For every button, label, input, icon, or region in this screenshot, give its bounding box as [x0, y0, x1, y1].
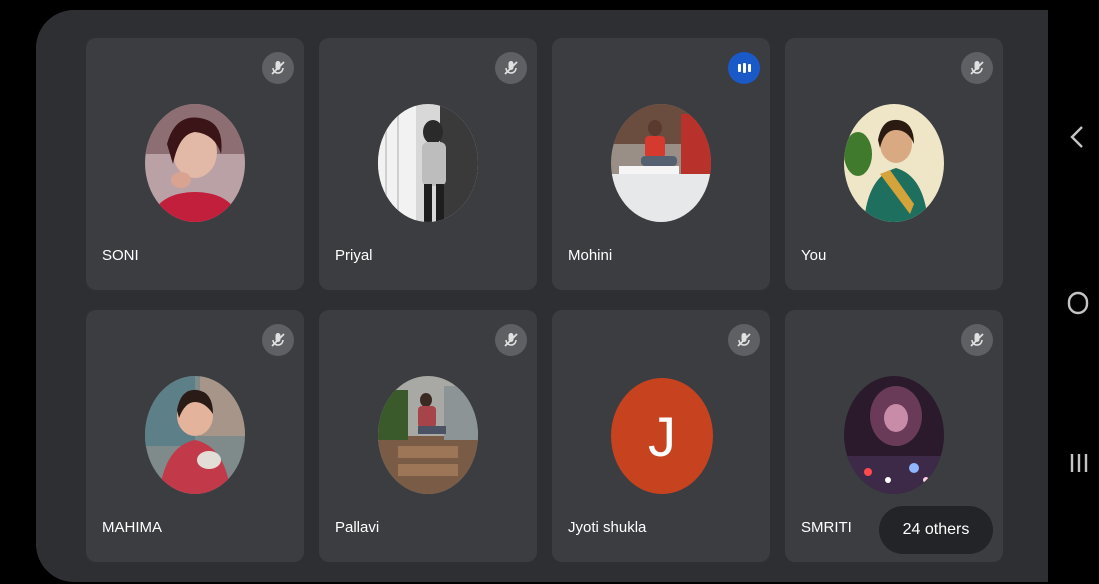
- participant-tile[interactable]: Priyal: [319, 38, 537, 290]
- participant-tile[interactable]: J Jyoti shukla: [552, 310, 770, 562]
- mic-off-icon: [262, 324, 294, 356]
- participant-name: Jyoti shukla: [568, 519, 647, 536]
- meeting-grid: SONI Priyal Mohini You MAHIMA Pallavi J …: [36, 10, 1048, 582]
- home-circle-icon[interactable]: [1066, 290, 1090, 323]
- participant-name: Pallavi: [335, 519, 380, 536]
- mic-off-icon: [961, 52, 993, 84]
- mic-off-icon: [262, 52, 294, 84]
- participant-name: SMRITI: [801, 519, 852, 536]
- avatar: [844, 376, 944, 494]
- avatar: [145, 376, 245, 494]
- avatar: [145, 104, 245, 222]
- others-count-button[interactable]: 24 others: [879, 506, 993, 554]
- participant-tile[interactable]: Mohini: [552, 38, 770, 290]
- speaking-indicator-icon: [728, 52, 760, 84]
- back-chevron-icon[interactable]: [1068, 124, 1086, 157]
- avatar: [844, 104, 944, 222]
- mic-off-icon: [495, 324, 527, 356]
- participant-name: Priyal: [335, 247, 373, 264]
- mic-off-icon: [728, 324, 760, 356]
- avatar: [378, 376, 478, 494]
- avatar: [611, 104, 711, 222]
- participant-tile[interactable]: MAHIMA: [86, 310, 304, 562]
- participant-name: You: [801, 247, 827, 264]
- participant-tile[interactable]: You: [785, 38, 1003, 290]
- avatar-initial: J: [611, 378, 713, 494]
- mic-off-icon: [961, 324, 993, 356]
- participant-name: MAHIMA: [102, 519, 162, 536]
- participant-name: Mohini: [568, 247, 613, 264]
- participant-name: SONI: [102, 247, 139, 264]
- mic-off-icon: [495, 52, 527, 84]
- recents-icon[interactable]: [1068, 450, 1090, 483]
- participant-tile[interactable]: SONI: [86, 38, 304, 290]
- avatar: [378, 104, 478, 222]
- screen: SONI Priyal Mohini You MAHIMA Pallavi J …: [0, 0, 1099, 584]
- participant-tile[interactable]: Pallavi: [319, 310, 537, 562]
